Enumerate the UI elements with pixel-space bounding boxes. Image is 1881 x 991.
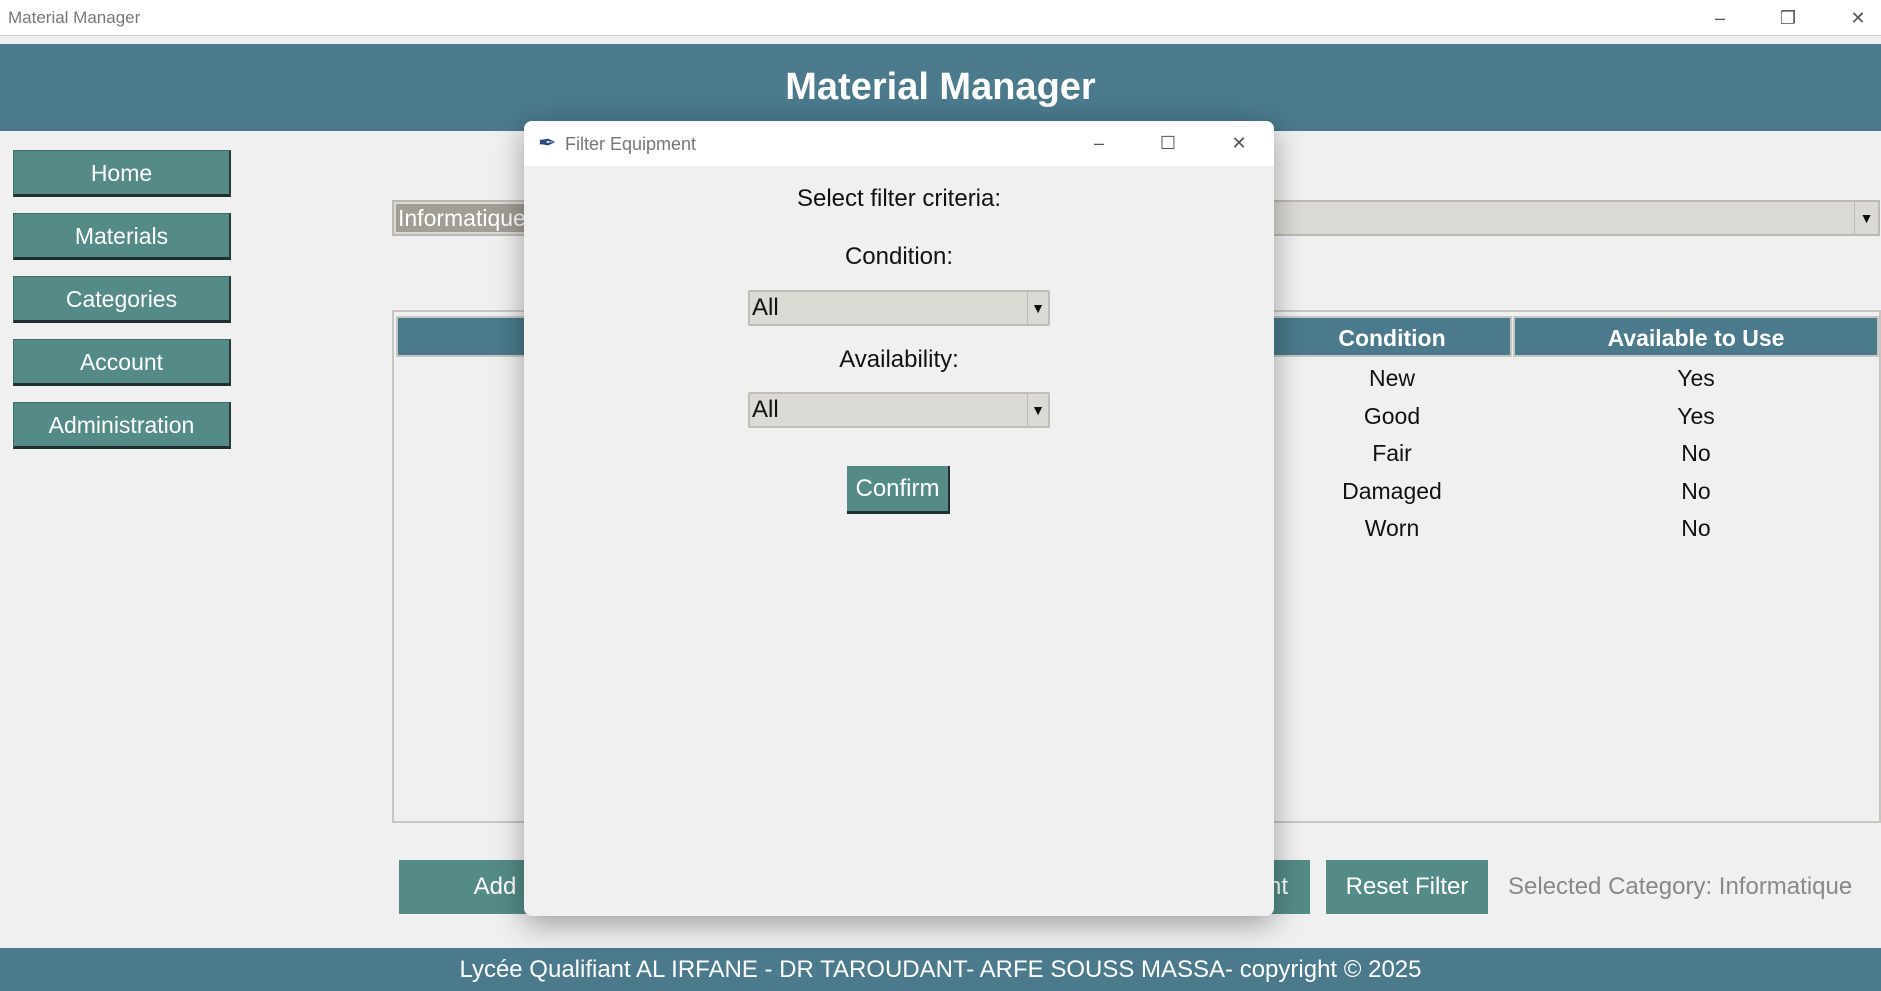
cell-available: No — [1681, 515, 1711, 542]
chevron-down-icon[interactable]: ▼ — [1854, 202, 1878, 234]
cell-condition: Fair — [1372, 440, 1412, 467]
availability-label: Availability: — [839, 346, 959, 373]
confirm-button[interactable]: Confirm — [847, 466, 950, 514]
filter-dialog: ✒ Filter Equipment – ☐ ✕ Select filter c… — [524, 121, 1274, 916]
condition-select-value: All — [752, 294, 779, 321]
sidebar-item-account[interactable]: Account — [13, 339, 231, 386]
selected-category-label: Selected Category: Informatique — [1508, 873, 1853, 900]
minimize-icon[interactable]: – — [1079, 129, 1119, 157]
condition-label: Condition: — [844, 243, 954, 270]
cell-condition: Good — [1363, 402, 1421, 429]
close-icon[interactable]: ✕ — [1219, 129, 1259, 157]
cell-available: Yes — [1677, 365, 1715, 391]
availability-select-value: All — [752, 396, 779, 423]
column-header-condition[interactable]: Condition — [1272, 316, 1512, 357]
category-select-value: Informatique — [396, 204, 528, 232]
reset-filter-button[interactable]: Reset Filter — [1326, 860, 1488, 914]
cell-available: No — [1681, 477, 1711, 504]
dialog-title: Filter Equipment — [565, 134, 697, 154]
cell-condition: Worn — [1364, 515, 1420, 542]
footer: Lycée Qualifiant AL IRFANE - DR TAROUDAN… — [0, 948, 1881, 991]
cell-condition: Damaged — [1342, 477, 1442, 504]
column-header-available[interactable]: Available to Use — [1513, 316, 1879, 357]
cell-condition: New — [1368, 365, 1415, 391]
window-title: Material Manager — [8, 8, 141, 27]
chevron-down-icon[interactable]: ▼ — [1027, 394, 1048, 426]
page-title: Material Manager — [0, 44, 1881, 131]
cell-available: No — [1681, 440, 1711, 467]
cell-available: Yes — [1677, 402, 1715, 429]
sidebar-item-home[interactable]: Home — [13, 150, 231, 197]
feather-icon: ✒ — [538, 130, 557, 155]
minimize-icon[interactable]: – — [1700, 4, 1740, 32]
close-icon[interactable]: ✕ — [1838, 4, 1878, 32]
maximize-icon[interactable]: ☐ — [1148, 129, 1188, 157]
dialog-titlebar: ✒ Filter Equipment – ☐ ✕ — [524, 121, 1274, 166]
filter-prompt: Select filter criteria: — [796, 185, 1002, 212]
sidebar-item-materials[interactable]: Materials — [13, 213, 231, 260]
window-titlebar: Material Manager – ❐ ✕ — [0, 0, 1881, 36]
chevron-down-icon[interactable]: ▼ — [1027, 292, 1048, 324]
sidebar-item-administration[interactable]: Administration — [13, 402, 231, 449]
condition-select[interactable]: All ▼ — [748, 290, 1050, 326]
restore-icon[interactable]: ❐ — [1768, 4, 1808, 32]
sidebar-item-categories[interactable]: Categories — [13, 276, 231, 323]
availability-select[interactable]: All ▼ — [748, 392, 1050, 428]
